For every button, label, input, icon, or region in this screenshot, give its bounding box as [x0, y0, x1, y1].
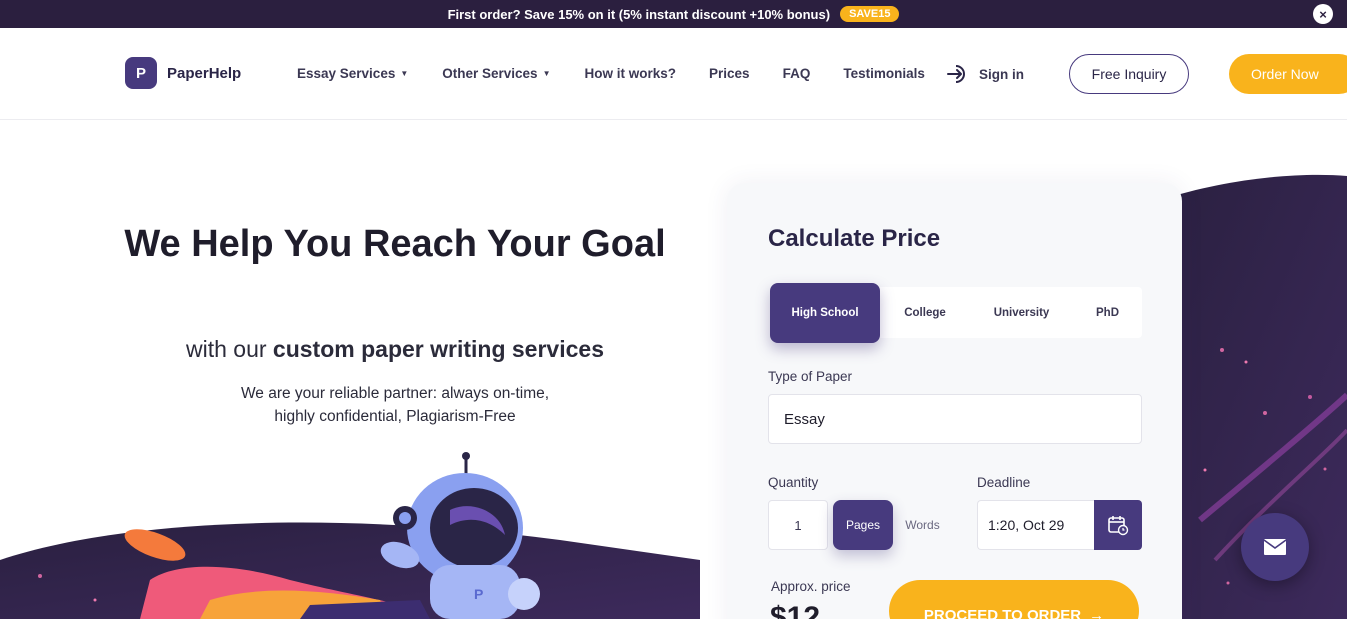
close-icon[interactable]: ×	[1313, 4, 1333, 24]
envelope-icon	[1263, 539, 1287, 555]
logo[interactable]: P PaperHelp	[125, 57, 241, 89]
arrow-right-icon: →	[1089, 606, 1105, 619]
nav-faq[interactable]: FAQ	[783, 66, 811, 81]
nav-label: Other Services	[442, 66, 538, 81]
promo-code-badge[interactable]: SAVE15	[840, 6, 900, 22]
quantity-label: Quantity	[768, 475, 819, 490]
approx-price-value: $12	[770, 601, 821, 619]
unit-words-toggle[interactable]: Words	[895, 500, 950, 550]
calendar-button[interactable]	[1094, 500, 1142, 550]
academic-level-tabs: High School College University PhD	[770, 283, 1142, 343]
nav-label: Essay Services	[297, 66, 396, 81]
hero-subtitle: with our custom paper writing services	[120, 336, 670, 363]
hero-title: We Help You Reach Your Goal	[124, 223, 666, 265]
order-now-button[interactable]: Order Now	[1229, 54, 1347, 94]
tab-phd[interactable]: PhD	[1073, 287, 1142, 338]
sign-in-link[interactable]: Sign in	[947, 64, 1024, 84]
hero-subtitle-prefix: with our	[185, 336, 267, 362]
price-calculator: Calculate Price High School College Univ…	[727, 183, 1182, 619]
hero-description-line: highly confidential, Plagiarism-Free	[274, 408, 516, 425]
free-inquiry-button[interactable]: Free Inquiry	[1069, 54, 1189, 94]
nav-how-it-works[interactable]: How it works?	[585, 66, 677, 81]
sign-in-icon	[947, 65, 965, 83]
site-header: P PaperHelp Essay Services ▼ Other Servi…	[0, 28, 1347, 120]
tab-college[interactable]: College	[880, 287, 970, 338]
hero-description: We are your reliable partner: always on-…	[120, 382, 670, 428]
nav-essay-services[interactable]: Essay Services ▼	[297, 66, 408, 81]
proceed-label: PROCEED TO ORDER	[923, 606, 1082, 619]
calculator-title: Calculate Price	[768, 225, 941, 252]
logo-mark: P	[125, 57, 157, 89]
chat-button[interactable]	[1241, 513, 1309, 581]
chevron-down-icon: ▼	[542, 69, 551, 78]
tab-high-school[interactable]: High School	[770, 283, 880, 343]
logo-text: PaperHelp	[167, 64, 242, 82]
sign-in-label: Sign in	[979, 66, 1024, 82]
type-of-paper-select[interactable]: Essay	[768, 394, 1142, 444]
main-nav: Essay Services ▼ Other Services ▼ How it…	[297, 66, 925, 81]
approx-price-label: Approx. price	[771, 579, 851, 594]
chevron-down-icon: ▼	[400, 69, 409, 78]
astronaut-illustration: P	[124, 452, 540, 619]
type-of-paper-label: Type of Paper	[768, 369, 853, 384]
hero-subtitle-bold: custom paper writing services	[272, 336, 604, 362]
nav-other-services[interactable]: Other Services ▼	[442, 66, 550, 81]
promo-text: First order? Save 15% on it (5% instant …	[447, 6, 831, 22]
deadline-label: Deadline	[977, 475, 1031, 490]
hero-description-line: We are your reliable partner: always on-…	[240, 385, 550, 402]
quantity-input[interactable]: 1	[768, 500, 828, 550]
tab-university[interactable]: University	[970, 287, 1073, 338]
proceed-to-order-button[interactable]: PROCEED TO ORDER →	[889, 580, 1139, 619]
nav-testimonials[interactable]: Testimonials	[843, 66, 925, 81]
deadline-input[interactable]: 1:20, Oct 29	[977, 500, 1095, 550]
nav-prices[interactable]: Prices	[709, 66, 750, 81]
svg-text:P: P	[474, 586, 483, 602]
promo-bar: First order? Save 15% on it (5% instant …	[0, 0, 1347, 28]
calendar-icon	[1108, 516, 1129, 536]
unit-pages-toggle[interactable]: Pages	[833, 500, 893, 550]
